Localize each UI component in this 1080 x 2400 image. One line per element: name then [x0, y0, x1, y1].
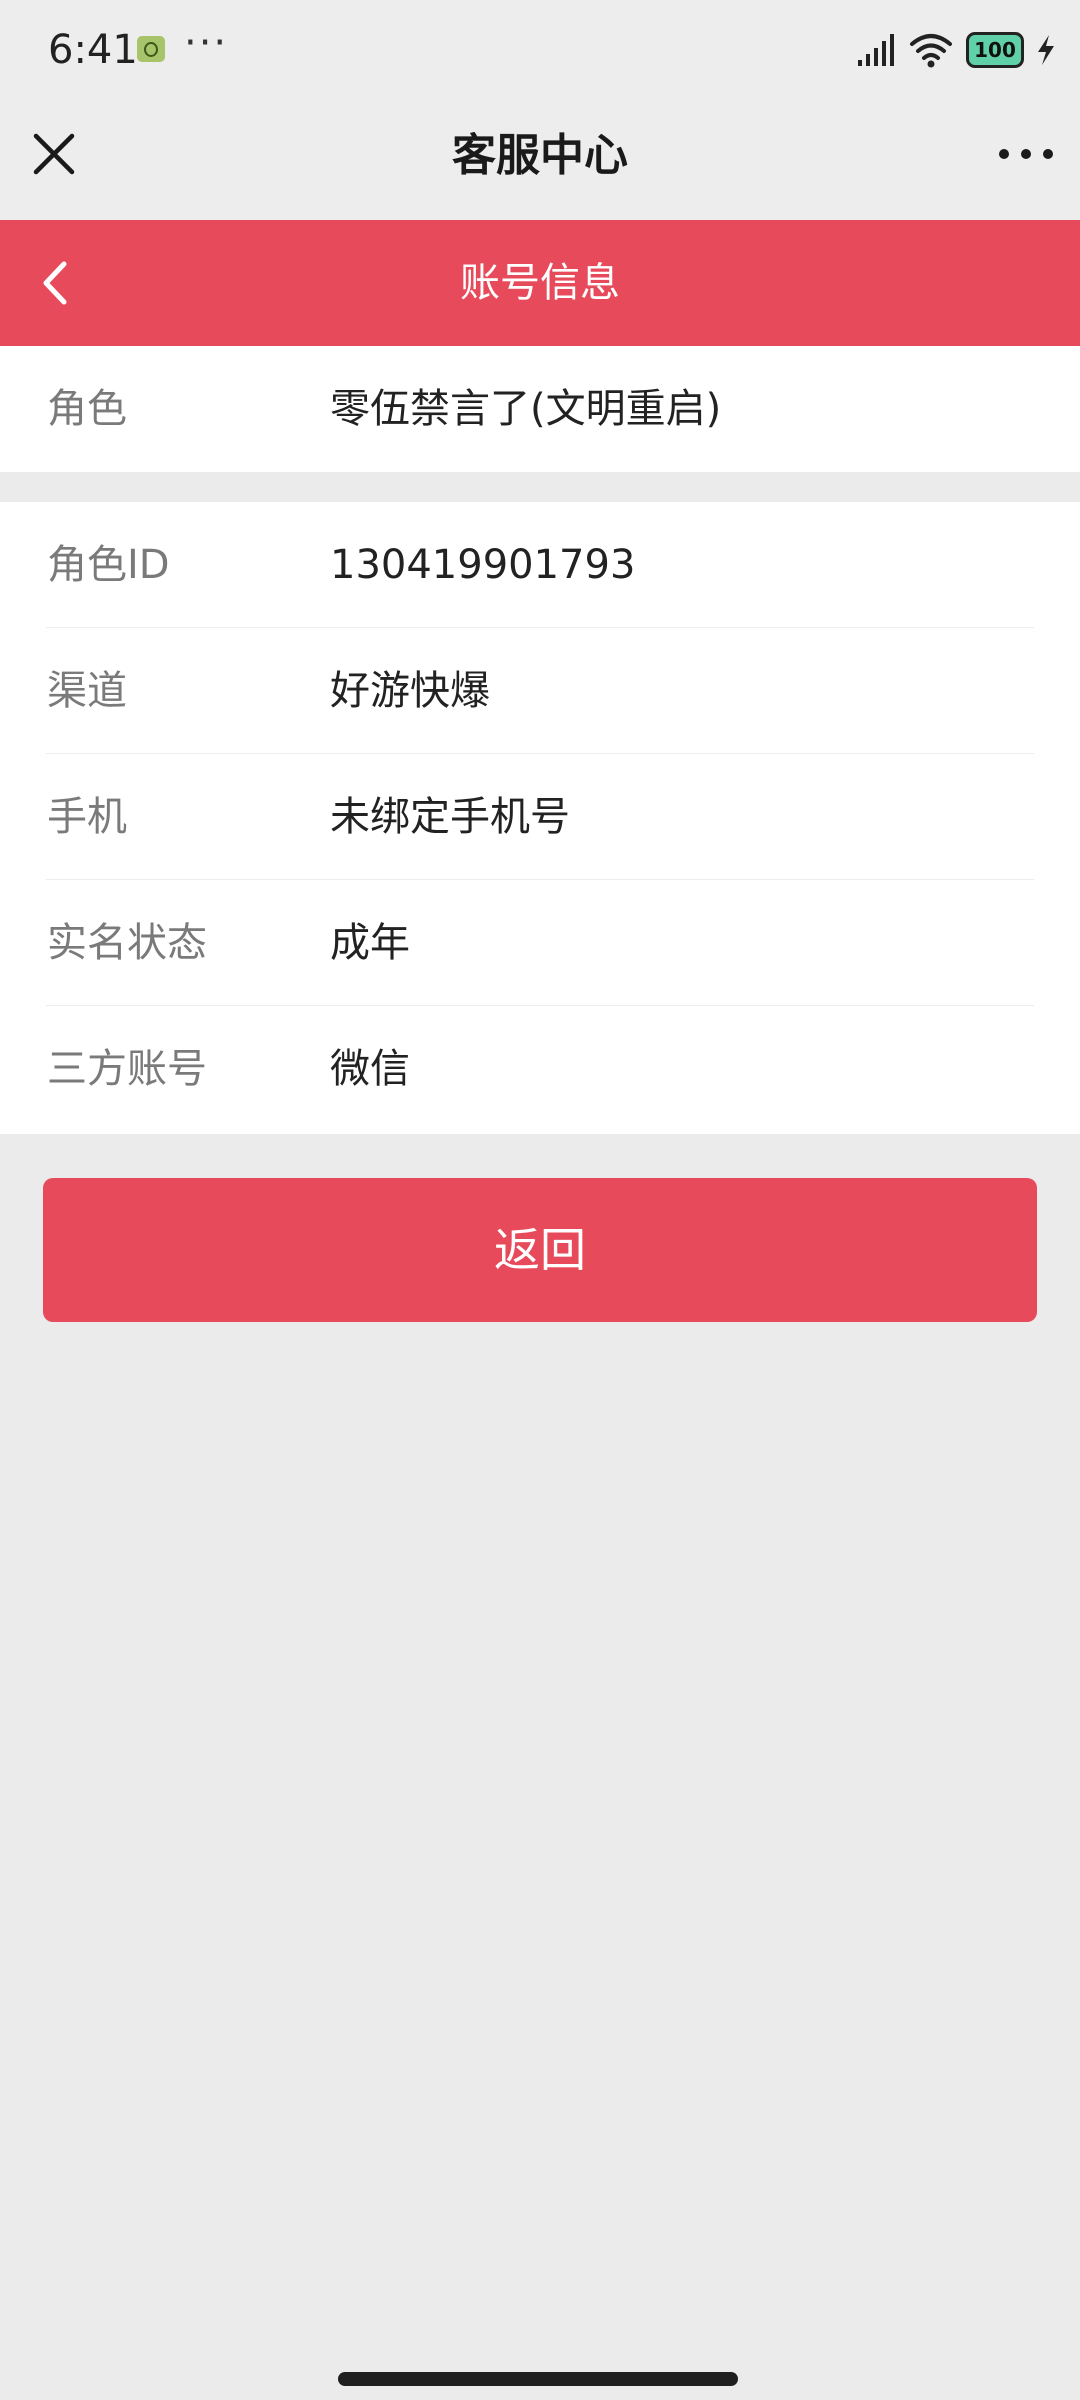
- return-button[interactable]: 返回: [43, 1178, 1037, 1322]
- info-label: 渠道: [47, 668, 127, 714]
- wifi-icon: [910, 34, 952, 68]
- info-row-channel: 渠道 好游快爆: [0, 628, 1080, 754]
- info-value: 好游快爆: [330, 668, 490, 714]
- account-info-header: 账号信息: [0, 220, 1080, 346]
- status-indicators: 100: [856, 28, 1056, 72]
- home-indicator[interactable]: [338, 2372, 738, 2386]
- app-notification-icon: [137, 36, 165, 62]
- info-row-third-party-account: 三方账号 微信: [0, 1006, 1080, 1132]
- info-value: 130419901793: [330, 542, 636, 588]
- status-time: 6:41: [48, 27, 138, 73]
- more-dots-icon: [999, 149, 1053, 159]
- signal-icon: [858, 34, 894, 66]
- status-bar: 6:41 ··· 100: [0, 0, 1080, 100]
- info-row-phone: 手机 未绑定手机号: [0, 754, 1080, 880]
- header-title: 账号信息: [460, 260, 620, 306]
- info-value: 未绑定手机号: [330, 794, 570, 840]
- role-row: 角色 零伍禁言了(文明重启): [0, 346, 1080, 472]
- info-row-real-name-status: 实名状态 成年: [0, 880, 1080, 1006]
- status-more-icon: ···: [184, 20, 229, 66]
- page-title: 客服中心: [452, 130, 628, 181]
- account-info-card: 角色ID 130419901793 渠道 好游快爆 手机 未绑定手机号 实名状态…: [0, 502, 1080, 1134]
- nav-bar: 客服中心: [0, 100, 1080, 220]
- info-label: 手机: [47, 794, 127, 840]
- role-value: 零伍禁言了(文明重启): [330, 386, 722, 432]
- role-label: 角色: [47, 386, 127, 432]
- battery-icon: 100: [966, 32, 1024, 68]
- role-card: 角色 零伍禁言了(文明重启): [0, 346, 1080, 472]
- more-button[interactable]: [996, 124, 1056, 184]
- info-label: 三方账号: [47, 1046, 207, 1092]
- info-value: 微信: [330, 1046, 410, 1092]
- info-value: 成年: [330, 920, 410, 966]
- info-label: 角色ID: [47, 542, 170, 588]
- charging-icon: [1038, 35, 1054, 65]
- info-label: 实名状态: [47, 920, 207, 966]
- info-row-role-id: 角色ID 130419901793: [0, 502, 1080, 628]
